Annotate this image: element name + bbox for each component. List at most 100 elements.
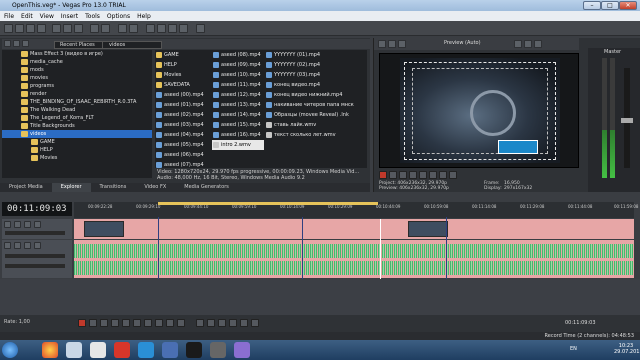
cut-icon[interactable]	[52, 24, 61, 33]
redo-icon[interactable]	[101, 24, 110, 33]
file-item[interactable]: YYYYYYY (02).mp4	[265, 60, 365, 70]
play-from-start-icon[interactable]	[399, 171, 407, 179]
normal-edit-tool-icon[interactable]	[196, 319, 204, 327]
tree-item[interactable]: movies	[2, 74, 152, 82]
menu-insert[interactable]: Insert	[61, 13, 78, 20]
tree-item[interactable]: Movies	[2, 154, 152, 162]
collapse-icon[interactable]	[4, 221, 11, 228]
tree-item[interactable]: HELP	[2, 146, 152, 154]
properties-icon[interactable]	[37, 24, 46, 33]
region-marker[interactable]	[302, 217, 303, 279]
file-item[interactable]: GAME	[155, 50, 211, 60]
file-item[interactable]: aseed (04).mp4	[155, 130, 211, 140]
play-icon[interactable]	[409, 171, 417, 179]
zoom-tool-icon[interactable]	[179, 24, 188, 33]
split-icon[interactable]	[229, 319, 237, 327]
new-icon[interactable]	[4, 24, 13, 33]
menu-tools[interactable]: Tools	[85, 13, 100, 20]
selection-tool-icon[interactable]	[218, 319, 226, 327]
menu-file[interactable]: File	[4, 13, 14, 20]
tree-item[interactable]: The_Legend_of_Korra_FLT	[2, 114, 152, 122]
tree-item[interactable]: mods	[2, 66, 152, 74]
skype-icon[interactable]	[138, 342, 154, 358]
record-icon[interactable]	[379, 171, 387, 179]
file-item[interactable]: текст сколько лет.wmv	[265, 130, 365, 140]
file-item[interactable]: aseed (10).mp4	[212, 70, 264, 80]
file-item[interactable]: aseed (07).mp4	[155, 160, 211, 168]
save-icon[interactable]	[26, 24, 35, 33]
tab-explorer[interactable]: Explorer	[51, 183, 91, 192]
file-item[interactable]: YYYYYYY (03).mp4	[265, 70, 365, 80]
file-list[interactable]: GAME HELP Movies SAVEDATA aseed (00).mp4…	[155, 50, 367, 168]
save-snapshot-icon[interactable]	[534, 40, 542, 48]
snapping-icon[interactable]	[118, 24, 127, 33]
file-item[interactable]: aseed (06).mp4	[155, 150, 211, 160]
video-clip-thumbnail[interactable]	[408, 221, 448, 237]
normal-edit-tool-icon[interactable]	[146, 24, 155, 33]
file-item[interactable]: aseed (03).mp4	[155, 120, 211, 130]
tree-item[interactable]: media_cache	[2, 58, 152, 66]
preview-device-icon[interactable]	[388, 40, 396, 48]
clock[interactable]: 10:23 29.07.2015	[614, 343, 640, 355]
loop-icon[interactable]	[89, 319, 97, 327]
region-marker[interactable]	[158, 217, 159, 279]
back-icon[interactable]	[4, 40, 11, 47]
media-player-icon[interactable]	[90, 342, 106, 358]
tab-project-media[interactable]: Project Media	[0, 183, 52, 192]
record-icon[interactable]	[78, 319, 86, 327]
next-frame-icon[interactable]	[177, 319, 185, 327]
file-item[interactable]: конец видео нижний.mp4	[265, 90, 365, 100]
file-item-selected[interactable]: intro 2.wmv	[212, 140, 264, 150]
close-button[interactable]: ✕	[619, 1, 637, 10]
folder-tree[interactable]: Mass Effect 3 (видео в игре) media_cache…	[2, 50, 152, 178]
start-button[interactable]	[2, 342, 18, 358]
menu-view[interactable]: View	[40, 13, 54, 20]
yandex-icon[interactable]	[114, 342, 130, 358]
prev-frame-icon[interactable]	[439, 171, 447, 179]
overlays-icon[interactable]	[514, 40, 522, 48]
preview-quality-dropdown[interactable]: Preview (Auto)	[444, 40, 481, 46]
mute-icon[interactable]	[24, 221, 31, 228]
region-marker[interactable]	[446, 217, 447, 279]
tree-item[interactable]: The Walking Dead	[2, 106, 152, 114]
file-item[interactable]: aseed (01).mp4	[155, 100, 211, 110]
stop-icon[interactable]	[429, 171, 437, 179]
up-folder-icon[interactable]	[22, 40, 29, 47]
file-item[interactable]: aseed (08).mp4	[212, 50, 264, 60]
pause-icon[interactable]	[122, 319, 130, 327]
file-item[interactable]: aseed (02).mp4	[155, 110, 211, 120]
file-item[interactable]: Movies	[155, 70, 211, 80]
volume-slider[interactable]	[5, 254, 65, 258]
auto-ripple-icon[interactable]	[129, 24, 138, 33]
go-to-end-icon[interactable]	[155, 319, 163, 327]
forward-icon[interactable]	[13, 40, 20, 47]
pause-icon[interactable]	[419, 171, 427, 179]
pan-slider[interactable]	[5, 264, 65, 268]
open-icon[interactable]	[15, 24, 24, 33]
time-ruler[interactable]: 00:09:22:28 00:09:29:10 00:09:44:10 00:0…	[74, 202, 638, 218]
video-clip-thumbnail[interactable]	[84, 221, 124, 237]
copy-icon[interactable]	[63, 24, 72, 33]
tree-item[interactable]: Mass Effect 3 (видео в игре)	[2, 50, 152, 58]
loop-icon[interactable]	[389, 171, 397, 179]
properties-icon[interactable]	[378, 40, 386, 48]
file-item[interactable]: aseed (09).mp4	[212, 60, 264, 70]
explorer-icon[interactable]	[66, 342, 82, 358]
app-icon[interactable]	[210, 342, 226, 358]
go-to-start-icon[interactable]	[144, 319, 152, 327]
master-fader[interactable]	[621, 118, 633, 123]
file-item[interactable]: aseed (05).mp4	[155, 140, 211, 150]
file-item[interactable]: aseed (16).mp4	[212, 130, 264, 140]
file-item[interactable]: HELP	[155, 60, 211, 70]
file-item[interactable]: aseed (11).mp4	[212, 80, 264, 90]
level-slider[interactable]	[5, 231, 65, 235]
selection-tool-icon[interactable]	[168, 24, 177, 33]
help-icon[interactable]	[196, 24, 205, 33]
tab-media-generators[interactable]: Media Generators	[175, 183, 238, 192]
undo-icon[interactable]	[90, 24, 99, 33]
tree-item[interactable]: THE_BINDING_OF_ISAAC_REBIRTH_R.0.3TA	[2, 98, 152, 106]
playhead-cursor[interactable]	[380, 219, 381, 279]
trim-icon[interactable]	[240, 319, 248, 327]
vk-icon[interactable]	[162, 342, 178, 358]
audio-track-header[interactable]	[2, 240, 72, 278]
